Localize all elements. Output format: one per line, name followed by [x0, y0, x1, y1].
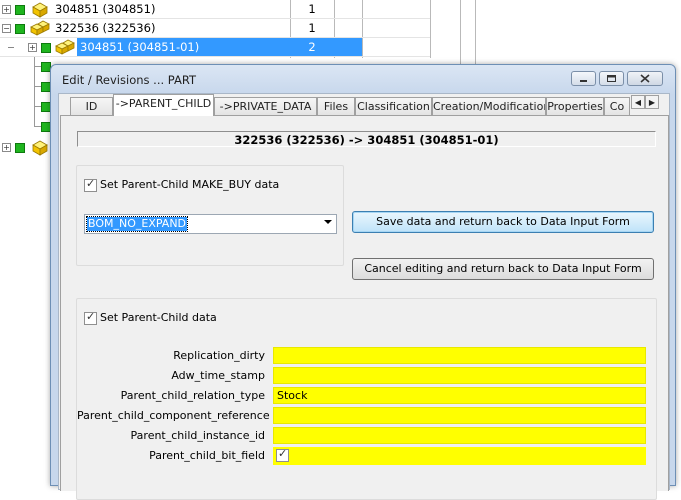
bit-field-background [273, 447, 646, 465]
field-row-relation-type: Parent_child_relation_type Stock [77, 387, 677, 404]
part-cube-icon [32, 140, 48, 156]
expand-icon[interactable]: + [28, 43, 37, 52]
parent-child-tab-panel: 322536 (322536) -> 304851 (304851-01) Se… [60, 115, 669, 500]
dialog-client-area: ID ->PARENT_CHILD ->PRIVATE_DATA Files C… [58, 93, 670, 500]
parent-child-data-checkbox-label: Set Parent-Child data [100, 311, 217, 324]
close-button[interactable] [627, 71, 663, 86]
tab-id[interactable]: ID [70, 97, 113, 115]
grid-line [475, 0, 476, 64]
tab-scroll-right-button[interactable]: ▶ [645, 95, 659, 109]
cancel-button[interactable]: Cancel editing and return back to Data I… [352, 258, 654, 280]
tree-node-label: 322536 (322536) [55, 21, 156, 35]
save-button[interactable]: Save data and return back to Data Input … [352, 211, 654, 233]
parent-child-data-group: Set Parent-Child data Replication_dirty … [76, 298, 657, 500]
collapse-icon[interactable]: − [2, 24, 11, 33]
field-label: Parent_child_relation_type [120, 389, 265, 402]
minimize-button[interactable] [571, 71, 596, 86]
make-buy-group: Set Parent-Child MAKE_BUY data BOM_NO_EX… [76, 165, 344, 266]
replication-dirty-input[interactable] [273, 347, 646, 364]
field-label: Replication_dirty [173, 349, 265, 362]
field-row-component-reference: Parent_child_component_reference [77, 407, 677, 424]
tree-row[interactable]: − 322536 (322536) 1 [0, 19, 430, 38]
tree-node-label: 304851 (304851) [55, 2, 156, 16]
instance-id-input[interactable] [273, 427, 646, 444]
field-row-adw-time-stamp: Adw_time_stamp [77, 367, 677, 384]
tree-connector [34, 57, 35, 127]
parent-child-data-checkbox[interactable] [84, 310, 97, 325]
quantity-cell: 1 [308, 21, 316, 35]
dialog-title: Edit / Revisions ... PART [62, 73, 197, 87]
tree-connector [34, 66, 41, 67]
tree-row[interactable]: + 304851 (304851) 1 [0, 0, 430, 19]
expand-icon[interactable]: + [2, 143, 11, 152]
tab-parent-child[interactable]: ->PARENT_CHILD [113, 94, 214, 116]
make-buy-checkbox[interactable] [84, 177, 97, 192]
make-buy-select[interactable]: BOM_NO_EXPAND [84, 214, 337, 234]
tab-private-data[interactable]: ->PRIVATE_DATA [214, 97, 317, 115]
tree-connector [8, 47, 14, 48]
component-reference-input[interactable] [273, 407, 646, 424]
maximize-button[interactable] [599, 71, 624, 86]
node-status-icon [41, 43, 51, 53]
left-arrow-icon: ◀ [634, 98, 642, 107]
make-buy-selected-value: BOM_NO_EXPAND [85, 216, 189, 232]
field-label: Adw_time_stamp [171, 369, 265, 382]
tab-co-partial[interactable]: Co [604, 97, 630, 115]
field-label: Parent_child_bit_field [149, 449, 265, 462]
node-status-icon [15, 5, 25, 15]
edit-revisions-dialog: Edit / Revisions ... PART ID ->PARENT_CH… [50, 64, 676, 500]
close-icon [640, 74, 650, 83]
tree-connector [34, 86, 41, 87]
relation-path-label: 322536 (322536) -> 304851 (304851-01) [77, 131, 656, 147]
node-status-icon [15, 143, 25, 153]
grid-line [460, 0, 461, 64]
field-label: Parent_child_component_reference [77, 409, 270, 422]
tree-row[interactable]: + [0, 138, 50, 157]
maximize-icon [607, 75, 616, 82]
tab-classification[interactable]: Classification [355, 97, 432, 115]
expand-icon[interactable]: + [2, 5, 11, 14]
chevron-down-icon[interactable] [324, 220, 332, 224]
tree-connector [34, 126, 41, 127]
tree-connector [34, 106, 41, 107]
tree-row-selected[interactable]: + 304851 (304851-01) 2 [0, 38, 430, 57]
tab-files[interactable]: Files [317, 97, 355, 115]
bit-field-checkbox[interactable] [276, 447, 289, 462]
right-arrow-icon: ▶ [648, 98, 656, 107]
tree-node-label: 304851 (304851-01) [77, 38, 290, 56]
field-row-replication-dirty: Replication_dirty [77, 347, 677, 364]
field-row-bit-field: Parent_child_bit_field [77, 447, 677, 465]
field-row-instance-id: Parent_child_instance_id [77, 427, 677, 444]
tab-strip: ID ->PARENT_CHILD ->PRIVATE_DATA Files C… [59, 94, 669, 116]
node-status-icon [15, 24, 25, 34]
tab-scroll-left-button[interactable]: ◀ [631, 95, 645, 109]
quantity-cell: 1 [308, 2, 316, 16]
assembly-cube-icon [30, 20, 50, 36]
part-cube-icon [32, 2, 48, 18]
make-buy-checkbox-label: Set Parent-Child MAKE_BUY data [100, 178, 280, 191]
assembly-cube-icon [55, 39, 75, 55]
selected-cell [334, 38, 362, 56]
tab-creation-modification[interactable]: Creation/Modification [432, 97, 546, 115]
relation-type-input[interactable]: Stock [273, 387, 646, 404]
minimize-icon [580, 80, 587, 82]
field-label: Parent_child_instance_id [130, 429, 265, 442]
quantity-cell: 2 [290, 38, 334, 56]
tab-properties[interactable]: Properties [546, 97, 604, 115]
grid-line [430, 0, 431, 58]
adw-time-stamp-input[interactable] [273, 367, 646, 384]
